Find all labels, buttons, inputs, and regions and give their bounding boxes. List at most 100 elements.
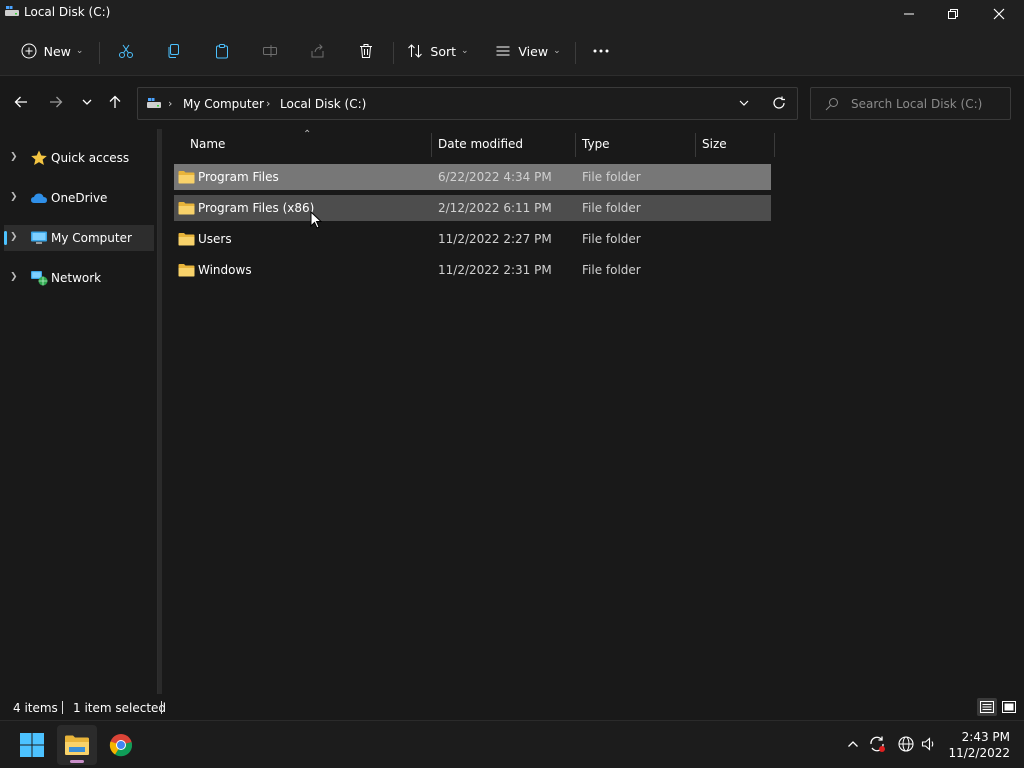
view-button[interactable]: View ⌄: [494, 36, 562, 66]
sidebar-item-onedrive[interactable]: ❯ OneDrive: [4, 185, 154, 211]
new-button[interactable]: New ⌄: [16, 36, 88, 66]
file-name: Windows: [198, 263, 252, 277]
file-row-program-files[interactable]: Program Files 6/22/2022 4:34 PM File fol…: [174, 164, 771, 190]
column-divider[interactable]: [575, 133, 576, 157]
navigation-pane: ❯ Quick access ❯ OneDrive ❯ My Computer …: [0, 129, 158, 694]
minimize-icon: [904, 13, 914, 15]
chevron-down-icon: ⌄: [75, 46, 84, 56]
chevron-right-icon[interactable]: ❯: [10, 272, 18, 282]
start-button[interactable]: [12, 725, 52, 765]
column-divider[interactable]: [774, 133, 775, 157]
close-button[interactable]: [976, 0, 1022, 28]
item-count: 4 items: [13, 701, 58, 715]
column-divider[interactable]: [431, 133, 432, 157]
mouse-cursor-icon: [310, 211, 322, 229]
back-button[interactable]: [10, 91, 32, 113]
large-icons-view-button[interactable]: [999, 698, 1019, 716]
copy-button[interactable]: [162, 36, 186, 66]
column-divider[interactable]: [695, 133, 696, 157]
chevron-up-icon: [848, 741, 858, 747]
more-options-button[interactable]: [589, 36, 613, 66]
file-date-modified: 11/2/2022 2:27 PM: [438, 232, 552, 246]
network-tray-button[interactable]: [895, 733, 917, 755]
file-name: Program Files (x86): [198, 201, 315, 215]
sort-ascending-icon: ⌃: [303, 129, 312, 140]
plus-circle-icon: [21, 43, 37, 59]
sync-tray-button[interactable]: [866, 733, 888, 755]
forward-button[interactable]: [45, 91, 67, 113]
cut-button[interactable]: [114, 36, 138, 66]
windows-logo-icon: [20, 733, 44, 757]
taskbar-clock[interactable]: 2:43 PM 11/2/2022: [944, 729, 1010, 761]
minimize-button[interactable]: [886, 0, 932, 28]
folder-icon: [178, 202, 195, 215]
sort-icon: [408, 44, 423, 58]
taskbar-chrome[interactable]: [101, 725, 141, 765]
view-label: View: [518, 43, 549, 59]
speaker-icon: [921, 737, 934, 751]
sidebar-item-my-computer[interactable]: ❯ My Computer: [4, 225, 154, 251]
volume-tray-button[interactable]: [918, 733, 940, 755]
share-button[interactable]: [306, 36, 330, 66]
rename-button[interactable]: [258, 36, 282, 66]
taskbar-file-explorer[interactable]: [57, 725, 97, 765]
divider: [393, 42, 394, 64]
sidebar-item-quick-access[interactable]: ❯ Quick access: [4, 145, 154, 171]
sidebar-item-label: OneDrive: [51, 191, 108, 205]
chrome-icon: [109, 734, 133, 757]
details-view-button[interactable]: [977, 698, 997, 716]
star-icon: [31, 150, 47, 165]
refresh-button[interactable]: [772, 96, 786, 113]
file-list: ⌃ Name Date modified Type Size Program F…: [162, 129, 1024, 694]
up-button[interactable]: [104, 91, 126, 113]
paste-button[interactable]: [210, 36, 234, 66]
title-bar: Local Disk (C:): [0, 0, 1024, 28]
breadcrumb-my-computer[interactable]: My Computer: [183, 97, 264, 111]
file-row-windows[interactable]: Windows 11/2/2022 2:31 PM File folder: [174, 257, 771, 283]
chevron-down-icon: ⌄: [553, 46, 561, 56]
sidebar-item-label: Quick access: [51, 151, 130, 165]
chevron-right-icon: ›: [266, 97, 271, 110]
breadcrumb-local-disk[interactable]: Local Disk (C:): [280, 97, 366, 111]
restore-button[interactable]: [930, 0, 976, 28]
chevron-right-icon: ›: [168, 97, 173, 110]
file-name: Program Files: [198, 170, 279, 184]
chevron-down-icon: [82, 99, 92, 105]
file-type: File folder: [582, 170, 641, 184]
divider: [161, 701, 162, 714]
search-icon: [825, 98, 838, 111]
window-title: Local Disk (C:): [24, 5, 111, 19]
command-bar: New ⌄ Sort ⌄ View ⌄: [0, 28, 1024, 76]
folder-icon: [178, 171, 195, 184]
globe-icon: [898, 736, 914, 752]
column-header-date-modified[interactable]: Date modified: [438, 129, 523, 159]
search-placeholder: Search Local Disk (C:): [851, 97, 983, 111]
arrow-right-icon: [50, 96, 63, 108]
active-indicator: [70, 760, 84, 763]
folder-icon: [178, 264, 195, 277]
close-icon: [993, 8, 1005, 20]
column-header-size[interactable]: Size: [702, 129, 727, 159]
delete-button[interactable]: [354, 36, 378, 66]
chevron-right-icon[interactable]: ❯: [10, 152, 18, 162]
address-history-button[interactable]: [738, 97, 750, 112]
file-row-users[interactable]: Users 11/2/2022 2:27 PM File folder: [174, 226, 771, 252]
file-date-modified: 2/12/2022 6:11 PM: [438, 201, 552, 215]
taskbar: 2:43 PM 11/2/2022: [0, 720, 1024, 768]
chevron-right-icon[interactable]: ❯: [10, 192, 18, 202]
sort-button[interactable]: Sort ⌄: [405, 36, 471, 66]
divider: [62, 701, 63, 714]
recent-locations-button[interactable]: [76, 91, 98, 113]
file-name: Users: [198, 232, 232, 246]
chevron-right-icon[interactable]: ❯: [10, 232, 18, 242]
sidebar-item-network[interactable]: ❯ Network: [4, 265, 154, 291]
arrow-left-icon: [14, 96, 27, 108]
file-date-modified: 11/2/2022 2:31 PM: [438, 263, 552, 277]
column-header-name[interactable]: Name: [190, 129, 225, 159]
show-hidden-icons-button[interactable]: [842, 733, 864, 755]
selection-count: 1 item selected: [73, 701, 167, 715]
search-input[interactable]: Search Local Disk (C:): [810, 87, 1011, 120]
file-row-program-files-x86[interactable]: Program Files (x86) 2/12/2022 6:11 PM Fi…: [174, 195, 771, 221]
column-header-type[interactable]: Type: [582, 129, 610, 159]
address-bar[interactable]: › My Computer › Local Disk (C:): [137, 87, 798, 120]
